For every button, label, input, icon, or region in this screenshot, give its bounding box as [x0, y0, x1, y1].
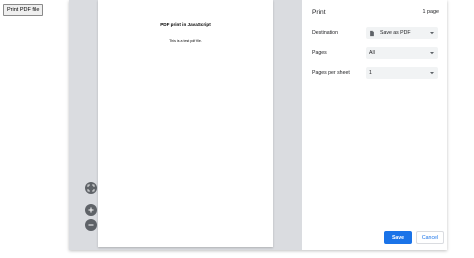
chevron-down-icon — [430, 72, 434, 75]
pages-label: Pages — [312, 50, 327, 56]
fit-to-page-button[interactable] — [85, 182, 97, 194]
chevron-down-icon — [430, 32, 434, 35]
pages-per-sheet-label: Pages per sheet — [312, 70, 350, 76]
destination-value: Save as PDF — [380, 30, 411, 36]
pages-per-sheet-value: 1 — [369, 70, 372, 76]
settings-title: Print — [312, 9, 326, 16]
minus-icon — [88, 224, 94, 226]
print-settings-panel: Print 1 page Destination Save as PDF Pag… — [302, 0, 447, 250]
zoom-in-button[interactable] — [85, 204, 97, 216]
print-pdf-button[interactable]: Print PDF file — [3, 4, 44, 16]
chevron-down-icon — [430, 52, 434, 55]
pages-value: All — [369, 50, 375, 56]
print-preview-area: PDF print in JavaScript This is a test p… — [69, 0, 302, 250]
plus-icon — [88, 207, 94, 213]
page-count: 1 page — [422, 9, 440, 15]
pages-select[interactable]: All — [366, 47, 438, 59]
preview-page: PDF print in JavaScript This is a test p… — [98, 0, 273, 247]
save-button[interactable]: Save — [384, 231, 412, 244]
cancel-button[interactable]: Cancel — [416, 231, 444, 244]
document-heading: PDF print in JavaScript — [160, 22, 211, 27]
destination-select[interactable]: Save as PDF — [366, 27, 438, 39]
document-icon — [369, 29, 377, 37]
print-dialog: PDF print in JavaScript This is a test p… — [69, 0, 447, 250]
fit-to-page-icon — [87, 184, 95, 192]
destination-label: Destination — [312, 30, 338, 36]
zoom-out-button[interactable] — [85, 219, 97, 231]
document-body-text: This is a test pdf file. — [169, 39, 202, 43]
pages-per-sheet-select[interactable]: 1 — [366, 67, 438, 79]
